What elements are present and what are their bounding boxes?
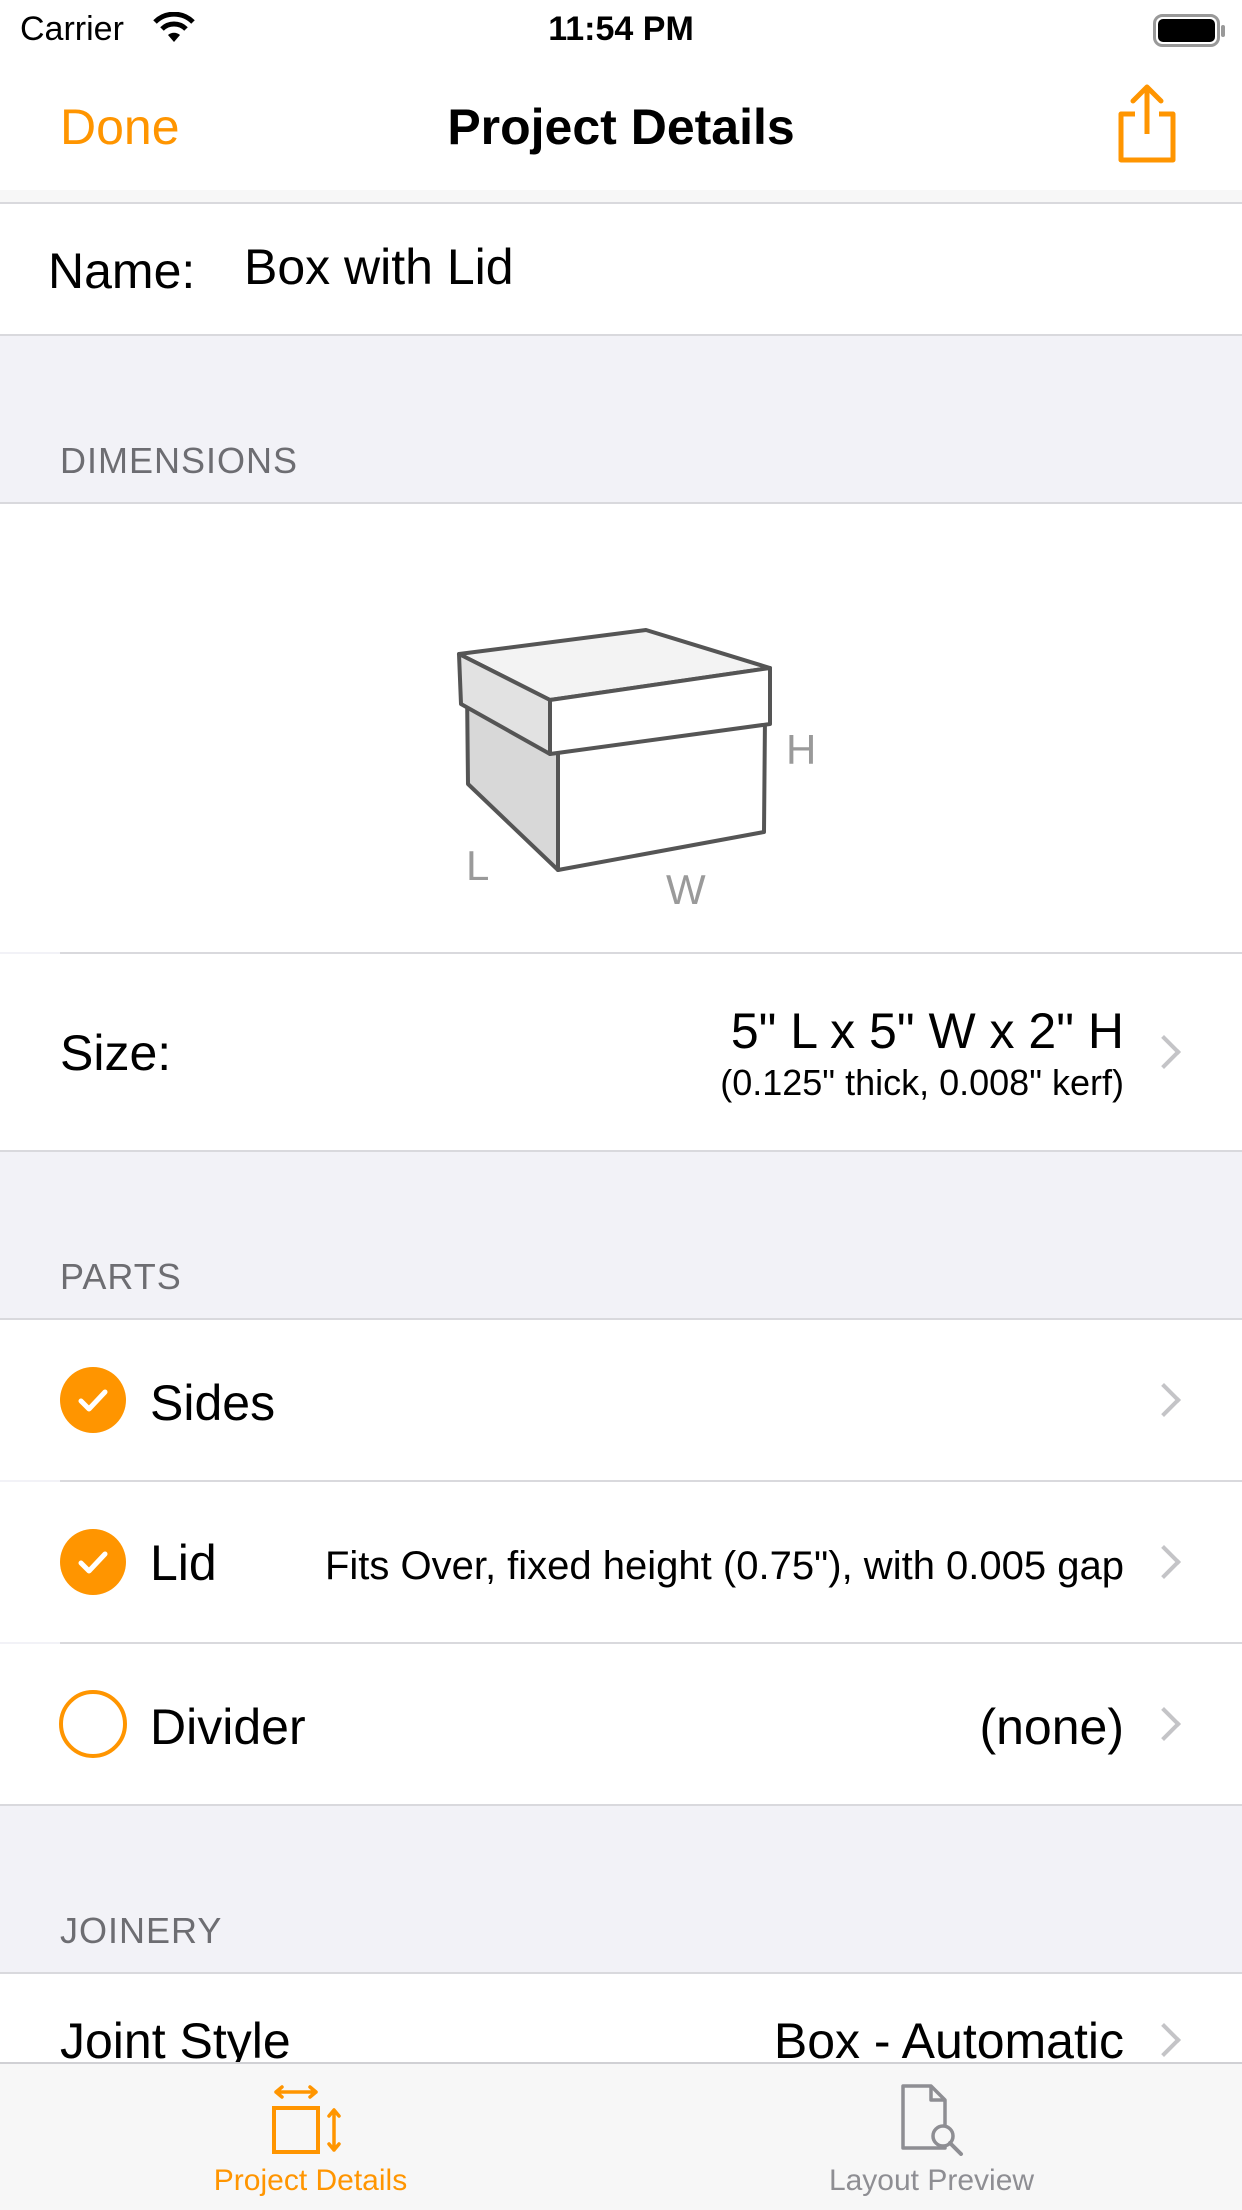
navigation-bar: Done Project Details <box>0 62 1242 190</box>
box-diagram-icon <box>457 628 772 872</box>
divider <box>0 1150 1242 1152</box>
page-title: Project Details <box>447 99 795 155</box>
status-bar: Carrier 11:54 PM <box>0 0 1242 62</box>
name-field[interactable]: Box with Lid <box>244 238 514 296</box>
empty-circle-icon[interactable] <box>59 1690 127 1758</box>
document-search-icon <box>901 2084 963 2156</box>
part-row-sides[interactable]: Sides <box>0 1320 1242 1480</box>
status-time: 11:54 PM <box>548 10 694 48</box>
chevron-right-icon <box>1147 1383 1181 1417</box>
checkmark-circle-icon[interactable] <box>60 1367 126 1433</box>
part-label: Sides <box>150 1375 276 1431</box>
chevron-right-icon <box>1147 1707 1181 1741</box>
dimensions-icon <box>272 2085 341 2154</box>
part-row-divider[interactable]: Divider (none) <box>0 1644 1242 1804</box>
battery-icon <box>1153 14 1227 53</box>
part-label: Divider <box>150 1699 306 1755</box>
name-label: Name: <box>48 243 196 299</box>
size-row[interactable]: Size: 5" L x 5" W x 2" H (0.125" thick, … <box>0 954 1242 1150</box>
dimensions-section-header: DIMENSIONS <box>60 440 299 481</box>
chevron-right-icon <box>1147 1035 1181 1069</box>
part-detail: Fits Over, fixed height (0.75"), with 0.… <box>324 1544 1124 1588</box>
share-icon[interactable] <box>1115 84 1179 169</box>
tab-label: Project Details <box>213 2164 408 2197</box>
joinery-section-header: JOINERY <box>60 1910 223 1951</box>
size-value: 5" L x 5" W x 2" H <box>730 1003 1124 1059</box>
chevron-right-icon <box>1147 1545 1181 1579</box>
tab-bar: Project Details Layout Preview <box>0 2062 1242 2210</box>
name-row[interactable]: Name: Box with Lid <box>0 204 1242 334</box>
height-dimension-label: H <box>786 726 817 773</box>
width-dimension-label: W <box>666 866 706 913</box>
size-label: Size: <box>60 1025 172 1081</box>
checkmark-circle-icon[interactable] <box>60 1529 126 1595</box>
tab-label: Layout Preview <box>828 2164 1035 2197</box>
length-dimension-label: L <box>466 842 490 889</box>
box-diagram-cell: H L W <box>0 504 1242 952</box>
divider <box>0 334 1242 336</box>
parts-section-header: PARTS <box>60 1256 182 1297</box>
divider <box>0 1804 1242 1806</box>
part-row-lid[interactable]: Lid Fits Over, fixed height (0.75"), wit… <box>0 1482 1242 1642</box>
tab-layout-preview[interactable]: Layout Preview <box>621 2064 1242 2210</box>
tab-project-details[interactable]: Project Details <box>0 2064 621 2210</box>
part-detail: (none) <box>979 1699 1124 1755</box>
chevron-right-icon <box>1147 2023 1181 2057</box>
part-label: Lid <box>150 1535 217 1591</box>
size-detail: (0.125" thick, 0.008" kerf) <box>720 1062 1124 1103</box>
